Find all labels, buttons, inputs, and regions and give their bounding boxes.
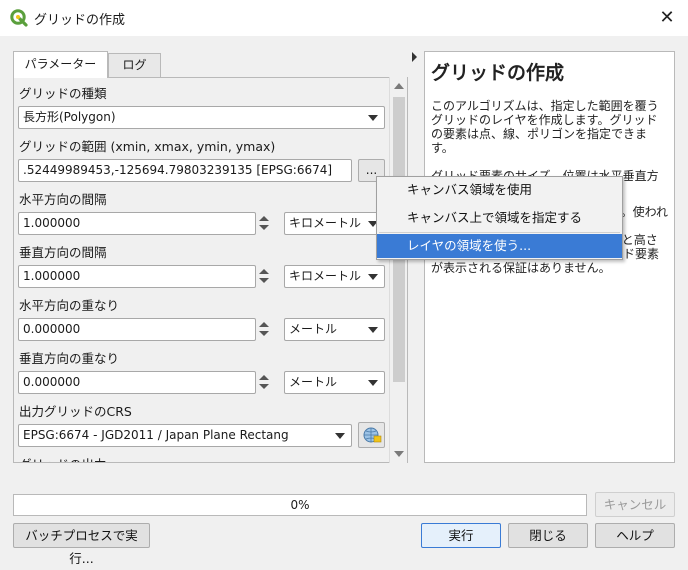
h-spacing-label: 水平方向の間隔 [19,192,107,207]
title-bar: グリッドの作成 ✕ [0,0,688,36]
globe-icon [363,427,381,443]
h-spacing-input[interactable]: 1.000000 [18,212,256,235]
h-overlay-unit-select[interactable]: メートル [284,318,385,341]
v-spacing-spinner[interactable] [256,265,272,288]
chevron-down-icon [335,433,345,439]
parameters-panel: グリッドの種類 長方形(Polygon) グリッドの範囲 (xmin, xmax… [13,77,408,463]
window-title: グリッドの作成 [34,13,126,28]
spin-up-icon[interactable] [259,322,269,327]
crs-value: EPSG:6674 - JGD2011 / Japan Plane Rectan… [23,428,289,442]
chevron-down-icon [368,274,378,280]
spin-down-icon[interactable] [259,278,269,283]
menu-item-draw-on-canvas[interactable]: キャンバス上で領域を指定する [377,206,622,230]
h-spacing-unit-value: キロメートル [289,216,362,230]
h-overlay-label: 水平方向の重なり [19,298,120,313]
spin-up-icon[interactable] [259,269,269,274]
v-spacing-unit-value: キロメートル [289,269,362,283]
chevron-down-icon [368,380,378,386]
h-spacing-spinner[interactable] [256,212,272,235]
spin-up-icon[interactable] [259,375,269,380]
tab-log[interactable]: ログ [108,53,161,77]
menu-item-use-canvas-extent[interactable]: キャンバス領域を使用 [377,178,622,202]
h-overlay-input[interactable]: 0.000000 [18,318,256,341]
crs-selector-button[interactable] [358,422,385,448]
h-overlay-unit-value: メートル [289,322,338,336]
v-overlay-label: 垂直方向の重なり [19,351,120,366]
grid-type-label: グリッドの種類 [19,86,107,101]
grid-type-select[interactable]: 長方形(Polygon) [18,106,385,129]
grid-type-value: 長方形(Polygon) [23,110,116,124]
scroll-down-icon[interactable] [394,451,404,457]
tab-parameters[interactable]: パラメーター [13,51,108,78]
scroll-up-icon[interactable] [394,83,404,89]
run-button[interactable]: 実行 [421,523,501,548]
spin-down-icon[interactable] [259,225,269,230]
grid-extent-label: グリッドの範囲 (xmin, xmax, ymin, ymax) [19,139,276,154]
spin-up-icon[interactable] [259,216,269,221]
v-overlay-unit-value: メートル [289,375,338,389]
collapse-help-icon[interactable] [412,52,417,62]
qgis-logo-icon [10,9,28,27]
h-spacing-unit-select[interactable]: キロメートル [284,212,385,235]
help-paragraph: このアルゴリズムは、指定した範囲を覆うグリッドのレイヤを作成します。グリッドの要… [431,99,659,155]
chevron-down-icon [368,115,378,121]
close-icon[interactable]: ✕ [655,6,679,30]
v-overlay-unit-select[interactable]: メートル [284,371,385,394]
chevron-down-icon [368,327,378,333]
batch-process-button[interactable]: バッチプロセスで実行... [13,523,150,566]
v-spacing-unit-select[interactable]: キロメートル [284,265,385,288]
v-spacing-input[interactable]: 1.000000 [18,265,256,288]
menu-separator [379,232,620,233]
spin-down-icon[interactable] [259,331,269,336]
grid-extent-input[interactable]: .52449989453,-125694.79803239135 [EPSG:6… [18,159,352,182]
help-button[interactable]: ヘルプ [595,523,675,548]
v-overlay-input[interactable]: 0.000000 [18,371,256,394]
cancel-button[interactable]: キャンセル [595,492,675,517]
crs-select[interactable]: EPSG:6674 - JGD2011 / Japan Plane Rectan… [18,424,352,447]
close-button[interactable]: 閉じる [508,523,588,548]
crs-label: 出力グリッドのCRS [19,404,132,419]
v-overlay-spinner[interactable] [256,371,272,394]
h-overlay-spinner[interactable] [256,318,272,341]
v-spacing-label: 垂直方向の間隔 [19,245,107,260]
extent-menu: キャンバス領域を使用 キャンバス上で領域を指定する レイヤの領域を使う... [376,176,623,260]
spin-down-icon[interactable] [259,384,269,389]
output-grid-label: グリッドの出力 [19,454,107,462]
progress-bar: 0% [13,494,587,516]
params-scrollbar[interactable] [389,77,407,463]
menu-item-use-layer-extent[interactable]: レイヤの領域を使う... [377,234,622,258]
help-title: グリッドの作成 [431,62,565,84]
